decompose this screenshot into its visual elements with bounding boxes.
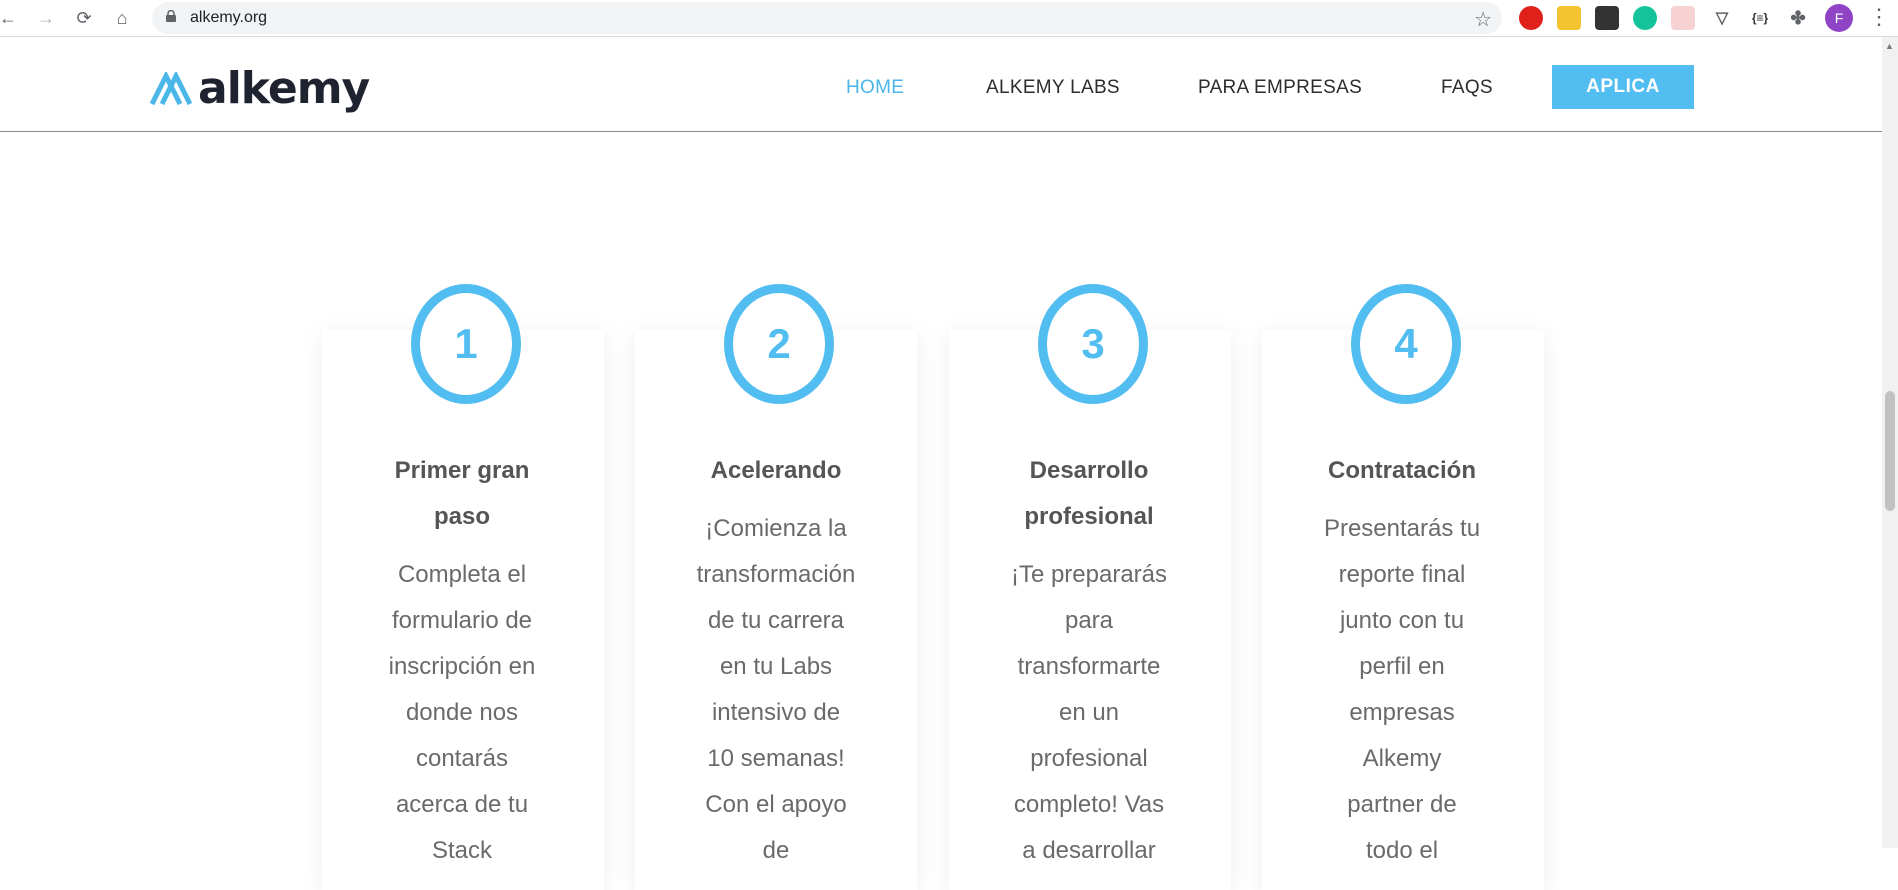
step-desc-line: Completa el [397, 561, 527, 588]
step-desc-line: ¡Comienza la [705, 515, 847, 542]
notes-extension-icon[interactable] [1557, 6, 1581, 30]
step-title: Acelerando [656, 448, 896, 494]
step-title-line: Contratación [1327, 457, 1476, 484]
step-desc-line: profesional [1030, 745, 1148, 772]
step-desc-line: acerca de tu [395, 791, 529, 818]
step-desc-line: reporte final [1338, 561, 1466, 588]
step-desc-line: a desarrollar [1022, 837, 1156, 864]
step-title: Primer gran paso [342, 448, 582, 540]
step-desc-line: ¡Te prepararás [1010, 561, 1168, 588]
step-desc-line: empresas [1349, 699, 1455, 726]
step-description: ¡Te prepararás para transformarte en un … [989, 552, 1189, 874]
pocket-extension-icon[interactable]: ▽ [1710, 6, 1734, 30]
bookmark-star-icon[interactable]: ☆ [1474, 7, 1492, 32]
step-desc-line: para [1064, 607, 1114, 634]
flow-extension-icon[interactable] [1595, 6, 1619, 30]
reload-icon[interactable]: ⟳ [72, 6, 96, 30]
step-desc-line: partner de [1347, 791, 1457, 818]
puzzle-extensions-icon[interactable]: ✤ [1786, 6, 1810, 30]
nav-faqs-link[interactable]: FAQS [1441, 77, 1493, 99]
step-desc-line: formulario de [391, 607, 533, 634]
step-description: Presentarás tu reporte final junto con t… [1302, 506, 1502, 874]
step-number-circle: 2 [724, 284, 834, 404]
step-title-line: Desarrollo [1029, 457, 1149, 484]
back-icon[interactable]: ← [0, 6, 20, 30]
step-number-circle: 3 [1038, 284, 1148, 404]
step-desc-line: intensivo de [711, 699, 841, 726]
browser-toolbar: ← → ⟳ ⌂ alkemy.org ☆ ▽ {≡} ✤ F ⋮ [0, 0, 1898, 37]
step-desc-line: en tu Labs [719, 653, 833, 680]
step-desc-line: transformación [696, 561, 856, 588]
scroll-thumb[interactable] [1885, 391, 1895, 511]
alkemy-logo[interactable]: alkemy [150, 63, 370, 114]
step-desc-line: todo el [1365, 837, 1439, 864]
step-desc-line: junto con tu [1339, 607, 1465, 634]
step-number-circle: 4 [1351, 284, 1461, 404]
step-desc-line: en un [1058, 699, 1120, 726]
step-desc-line: Alkemy [1362, 745, 1442, 772]
step-desc-line: 10 semanas! [707, 745, 845, 772]
step-desc-line: de [762, 837, 790, 864]
step-description: ¡Comienza la transformación de tu carrer… [676, 506, 876, 874]
nav-home-link[interactable]: HOME [846, 77, 904, 99]
logo-text: alkemy [198, 63, 370, 114]
logo-mark-icon [150, 71, 193, 105]
site-header: alkemy HOME ALKEMY LABS PARA EMPRESAS FA… [0, 37, 1882, 132]
page-scrollbar[interactable]: ▲ [1882, 37, 1898, 848]
nav-para-empresas-link[interactable]: PARA EMPRESAS [1198, 77, 1362, 99]
scroll-up-arrow-icon[interactable]: ▲ [1885, 41, 1894, 51]
step-desc-line: perfil en [1359, 653, 1445, 680]
menu-kebab-icon[interactable]: ⋮ [1868, 4, 1890, 30]
aplica-button[interactable]: APLICA [1552, 65, 1694, 109]
step-desc-line: transformarte [1017, 653, 1161, 680]
home-icon[interactable]: ⌂ [110, 6, 134, 30]
step-desc-line: de tu carrera [707, 607, 845, 634]
step-number-circle: 1 [411, 284, 521, 404]
nav-alkemy-labs-link[interactable]: ALKEMY LABS [986, 77, 1120, 99]
profile-avatar[interactable]: F [1825, 4, 1853, 32]
forward-icon[interactable]: → [34, 6, 58, 30]
step-title: Contratación [1282, 448, 1522, 494]
gif-extension-icon[interactable] [1671, 6, 1695, 30]
url-text: alkemy.org [190, 9, 268, 26]
step-title-line: paso [433, 503, 490, 530]
lock-icon [166, 10, 176, 22]
address-bar[interactable]: alkemy.org ☆ [152, 2, 1502, 34]
step-title-line: Acelerando [710, 457, 842, 484]
grammarly-extension-icon[interactable] [1633, 6, 1657, 30]
step-title-line: Primer gran [394, 457, 530, 484]
opera-extension-icon[interactable] [1519, 6, 1543, 30]
step-desc-line: contarás [415, 745, 509, 772]
json-extension-icon[interactable]: {≡} [1748, 6, 1772, 30]
step-title-line: profesional [1024, 503, 1154, 530]
step-desc-line: Stack [431, 837, 493, 864]
step-desc-line: completo! Vas [1013, 791, 1165, 818]
step-desc-line: donde nos [405, 699, 519, 726]
step-desc-line: Presentarás tu [1323, 515, 1481, 542]
step-title: Desarrollo profesional [969, 448, 1209, 540]
step-desc-line: Con el apoyo [705, 791, 847, 818]
step-desc-line: inscripción en [388, 653, 536, 680]
step-description: Completa el formulario de inscripción en… [362, 552, 562, 874]
